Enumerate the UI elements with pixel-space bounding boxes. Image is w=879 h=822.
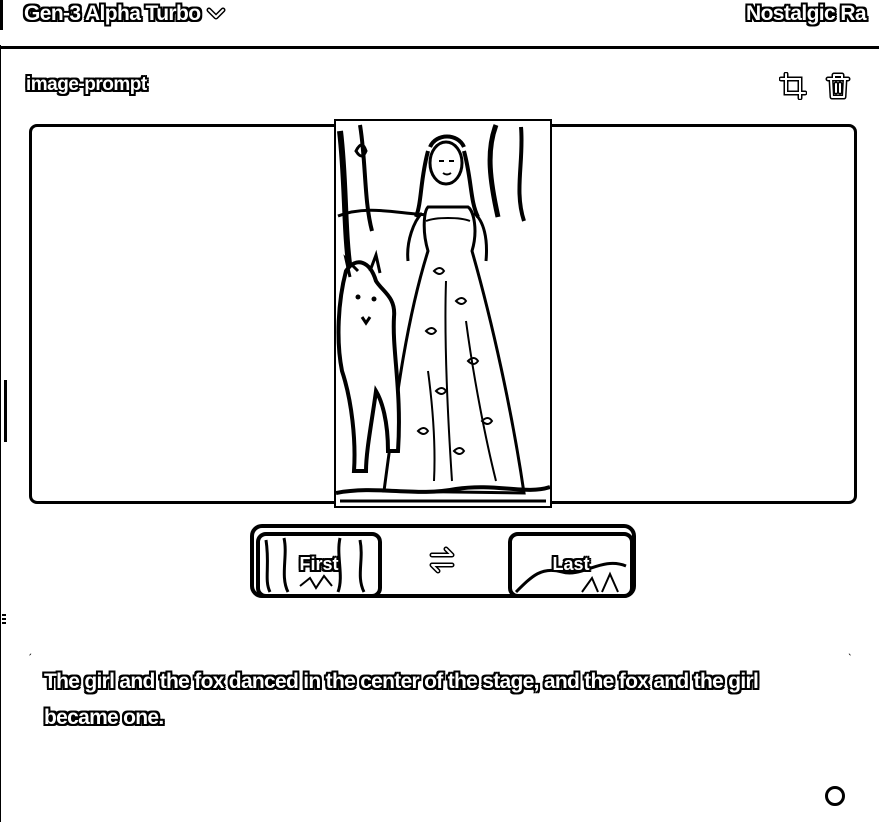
circle-icon <box>825 786 845 806</box>
chevron-down-icon <box>206 7 226 20</box>
panel-left-border <box>0 45 1 822</box>
drag-grip[interactable] <box>2 614 6 626</box>
swap-arrows-icon[interactable] <box>426 546 458 574</box>
crop-icon <box>778 71 808 101</box>
frame-switch: First Last <box>250 524 636 598</box>
first-frame-label: First <box>299 554 339 574</box>
girl-and-fox-illustration <box>336 124 550 503</box>
text-area-corner: ˎ <box>848 642 852 656</box>
delete-button[interactable] <box>824 72 852 100</box>
preset-name[interactable]: Nostalgic Ra <box>746 2 867 26</box>
crop-button[interactable] <box>778 71 808 101</box>
first-frame-button[interactable]: First <box>256 532 382 598</box>
trash-icon <box>825 72 851 100</box>
model-name: Gen-3 Alpha Turbo <box>24 2 201 25</box>
last-frame-button[interactable]: Last <box>508 532 634 598</box>
model-selector[interactable]: Gen-3 Alpha Turbo <box>24 2 226 26</box>
prompt-image <box>334 119 552 508</box>
top-bar: Gen-3 Alpha Turbo Nostalgic Ra <box>0 0 879 49</box>
prompt-text[interactable]: The girl and the fox danced in the cente… <box>44 664 834 736</box>
image-prompt-label: image-prompt <box>26 74 147 95</box>
text-area-corner: ˏ <box>28 642 32 656</box>
resize-handle[interactable] <box>4 380 7 442</box>
last-frame-label: Last <box>552 554 590 574</box>
